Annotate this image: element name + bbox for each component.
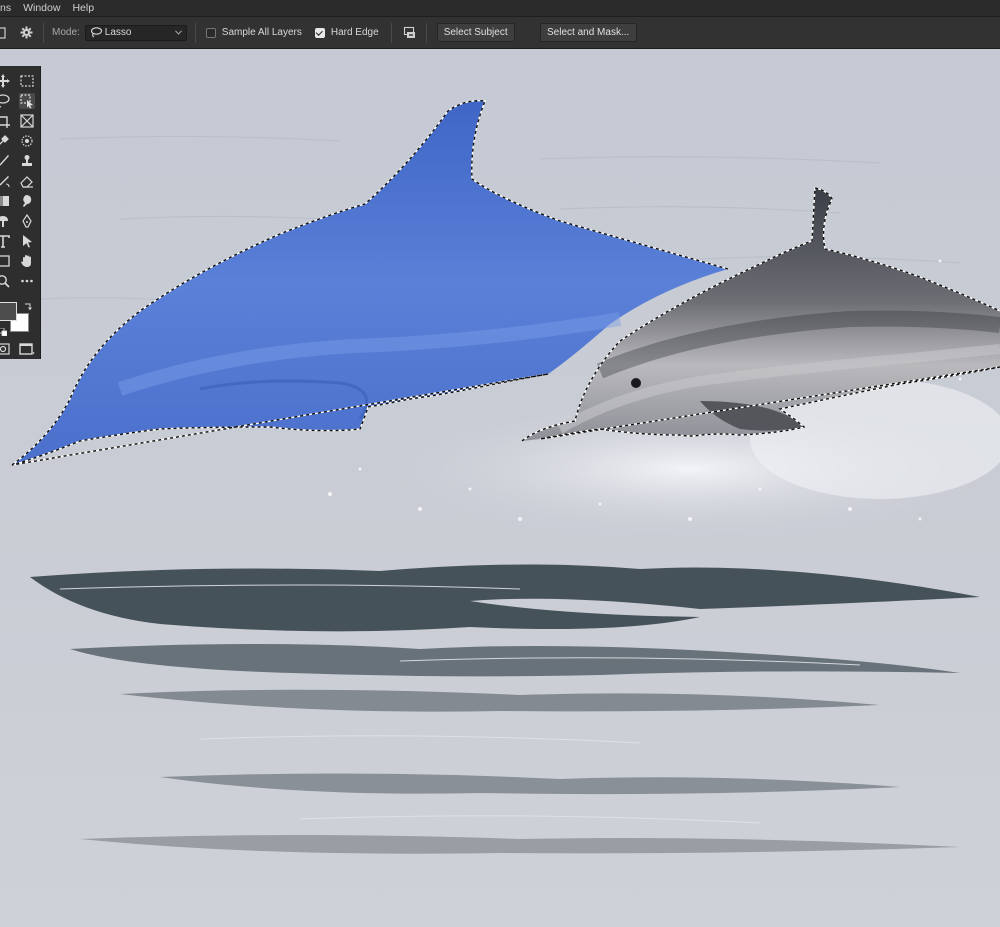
separator xyxy=(43,22,44,43)
select-and-mask-button[interactable]: Select and Mask... xyxy=(539,23,637,42)
sample-all-layers-checkbox[interactable]: Sample All Layers xyxy=(205,27,302,38)
crop-tool-icon[interactable] xyxy=(0,114,10,128)
quick-mask-icon[interactable] xyxy=(0,342,10,356)
lasso-icon xyxy=(90,27,102,38)
foreground-color-swatch[interactable] xyxy=(0,302,17,321)
menu-bar: ns Window Help xyxy=(0,0,1000,17)
healing-brush-tool-icon[interactable] xyxy=(20,134,34,148)
hard-edge-box[interactable] xyxy=(314,27,325,38)
mode-value: Lasso xyxy=(104,27,132,38)
options-bar: Mode: Lasso Sample All Layers Hard Edge … xyxy=(0,17,1000,49)
object-selection-tool-icon[interactable] xyxy=(19,93,35,109)
clone-stamp-tool-icon[interactable] xyxy=(20,154,34,168)
default-colors-icon[interactable] xyxy=(0,327,8,337)
brush-tool-icon[interactable] xyxy=(0,154,10,168)
menu-item-window[interactable]: Window xyxy=(23,2,60,14)
eyedropper-tool-icon[interactable] xyxy=(0,134,10,148)
mode-select[interactable]: Lasso xyxy=(84,24,187,41)
separator xyxy=(425,22,427,43)
hard-edge-checkbox[interactable]: Hard Edge xyxy=(314,27,379,38)
selection-mode-icon[interactable] xyxy=(0,25,6,41)
hand-tool-icon[interactable] xyxy=(20,254,34,268)
gradient-tool-icon[interactable] xyxy=(0,194,10,208)
eraser-tool-icon[interactable] xyxy=(20,174,34,188)
tools-panel xyxy=(0,66,41,359)
hard-edge-label: Hard Edge xyxy=(330,27,379,38)
history-brush-tool-icon[interactable] xyxy=(0,174,10,188)
swap-colors-icon[interactable] xyxy=(24,302,32,311)
photo xyxy=(0,49,1000,927)
more-tools-icon[interactable] xyxy=(20,274,34,288)
gear-icon[interactable] xyxy=(18,25,34,41)
pen-tool-icon[interactable] xyxy=(20,214,34,228)
smudge-tool-icon[interactable] xyxy=(20,194,34,208)
screen-mode-icon[interactable] xyxy=(19,342,35,356)
lasso-tool-icon[interactable] xyxy=(0,94,10,108)
menu-item-help[interactable]: Help xyxy=(72,2,94,14)
zoom-tool-icon[interactable] xyxy=(0,274,10,288)
rectangle-tool-icon[interactable] xyxy=(0,254,10,268)
move-tool-icon[interactable] xyxy=(0,74,10,88)
sample-all-layers-box[interactable] xyxy=(205,27,216,38)
dodge-tool-icon[interactable] xyxy=(0,214,10,228)
select-subject-button[interactable]: Select Subject xyxy=(436,23,515,42)
chevron-down-icon xyxy=(174,30,182,35)
selection-subtract-icon[interactable] xyxy=(402,25,418,41)
type-tool-icon[interactable] xyxy=(0,234,10,248)
sample-all-layers-label: Sample All Layers xyxy=(221,27,302,38)
separator xyxy=(390,22,392,43)
mode-label: Mode: xyxy=(52,27,80,38)
canvas[interactable] xyxy=(0,49,1000,927)
separator xyxy=(194,22,196,43)
menu-item-plugins[interactable]: ns xyxy=(0,2,11,14)
frame-tool-icon[interactable] xyxy=(20,114,34,128)
path-selection-tool-icon[interactable] xyxy=(20,234,34,248)
marquee-tool-icon[interactable] xyxy=(20,74,34,88)
